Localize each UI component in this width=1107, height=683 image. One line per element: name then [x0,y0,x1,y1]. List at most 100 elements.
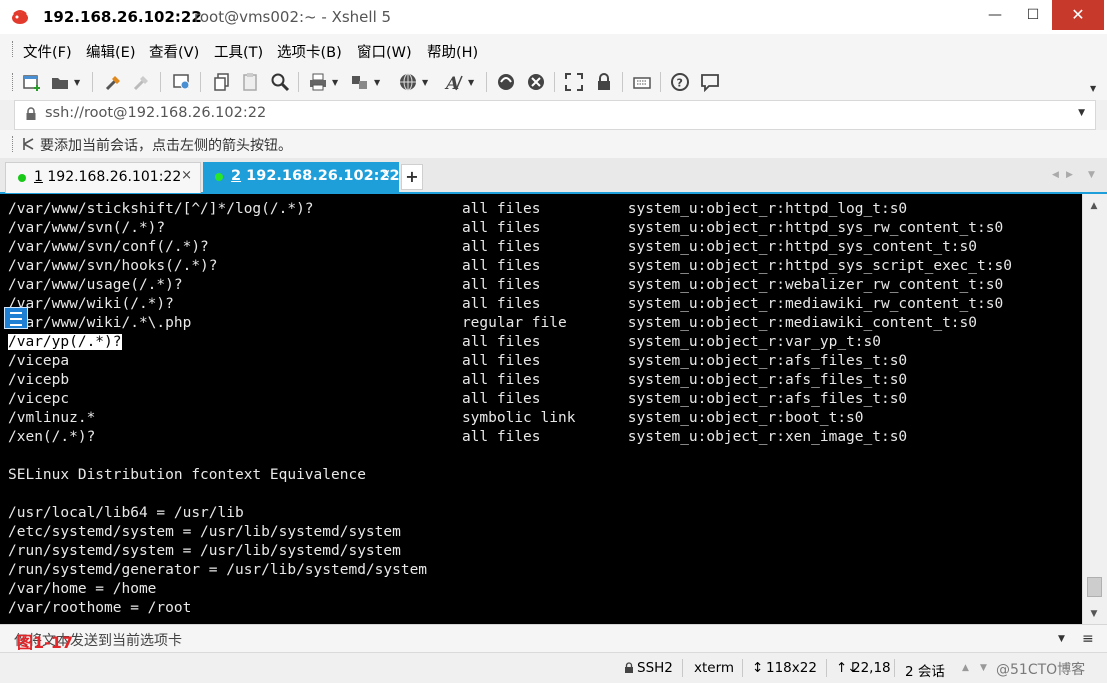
tab-close-icon[interactable]: × [380,167,391,182]
close-button[interactable]: ✕ [1052,0,1104,30]
hint-bar: 要添加当前会话，点击左侧的箭头按钮。 [0,130,1107,158]
find-icon[interactable] [270,72,290,92]
font-icon[interactable]: A [444,72,464,92]
tab-close-icon[interactable]: × [181,168,192,183]
toolbar-separator [486,72,487,92]
toolbar-separator [200,72,201,92]
disconnect-icon[interactable] [132,72,152,92]
menu-edit[interactable]: 编辑(E) [86,41,135,62]
terminal-scrollbar[interactable]: ▲ ▼ [1082,194,1105,624]
transfer-icon[interactable] [350,72,370,92]
hint-text: 要添加当前会话，点击左侧的箭头按钮。 [40,138,292,154]
tab-session-2[interactable]: 2 192.168.26.102:22 × [203,162,400,192]
xmanager-icon[interactable] [526,72,546,92]
terminal-line: /run/systemd/generator = /usr/lib/system… [8,562,428,578]
status-separator [894,659,895,677]
terminal-line: /var/www/stickshift/[^/]*/log(/.*)? all … [8,201,908,217]
chat-icon[interactable] [700,72,720,92]
paste-icon[interactable] [240,72,260,92]
terminal-line: /var/home = /home [8,581,157,597]
terminal-output[interactable]: /var/roothome = /root/var/home = /home/r… [0,194,1082,624]
selected-text[interactable]: /var/yp(/.*)? [8,334,122,350]
connected-status-icon [215,173,223,181]
status-protocol: SSH2 [637,660,673,676]
compose-dropdown-icon[interactable]: ▼ [1058,634,1065,644]
connect-icon[interactable] [104,72,124,92]
scroll-up-icon[interactable]: ▲ [1083,198,1105,214]
terminal-line: /var/www/svn(/.*)? all files system_u:ob… [8,220,1004,236]
tab-session-1[interactable]: 1 192.168.26.101:22 × [5,162,201,193]
address-input[interactable]: ssh://root@192.168.26.102:22 [45,105,266,121]
print-dropdown-icon[interactable]: ▼ [332,78,338,87]
maximize-button[interactable]: ☐ [1014,0,1052,30]
fullscreen-icon[interactable] [564,72,584,92]
toolbar-separator [660,72,661,92]
terminal-line: /vicepc all files system_u:object_r:afs_… [8,391,908,407]
copy-icon[interactable] [212,72,232,92]
menu-file[interactable]: 文件(F) [23,41,72,62]
status-bar: SSH2 xterm ↕ 118x22 ↑↓ 22,18 2 会话 ▲ ▼ @5… [0,652,1107,683]
watermark: @51CTO博客 [996,662,1086,678]
status-separator [826,659,827,677]
lock-icon [26,107,36,120]
tab-list-icon[interactable]: ▼ [1088,170,1095,180]
tab-prev-icon[interactable]: ◀ [1052,170,1059,180]
terminal-line: /run/systemd/system = /usr/lib/systemd/s… [8,543,401,559]
tab-bar: 1 192.168.26.101:22 × 2 192.168.26.102:2… [0,158,1107,194]
scroll-thumb[interactable] [1087,577,1102,597]
tab-next-icon[interactable]: ▶ [1066,170,1073,180]
xftp-icon[interactable] [496,72,516,92]
toolbar-overflow-icon[interactable]: ▼ [1090,84,1096,93]
font-dropdown-icon[interactable]: ▼ [468,78,474,87]
toolbar-grip [12,73,15,91]
globe-icon[interactable] [398,72,418,92]
menu-grip [12,41,15,57]
menu-tabs[interactable]: 选项卡(B) [277,41,342,62]
open-folder-icon[interactable] [50,72,70,92]
tab-label: 1 192.168.26.101:22 [34,169,182,185]
terminal-line: /var/roothome = /root [8,600,192,616]
keyboard-icon[interactable] [632,72,652,92]
compose-bar[interactable]: 仅将文本发送到当前选项卡 图1-17 ▼ ≡ [0,624,1107,653]
toolbar-separator [92,72,93,92]
print-icon[interactable] [308,72,328,92]
menu-window[interactable]: 窗口(W) [357,41,412,62]
menu-tools[interactable]: 工具(T) [214,41,263,62]
toolbar-separator [298,72,299,92]
session-up-icon[interactable]: ▲ [962,663,969,673]
lock-icon[interactable] [594,72,614,92]
address-bar[interactable]: ssh://root@192.168.26.102:22 ▼ [14,100,1096,130]
scroll-down-icon[interactable]: ▼ [1083,606,1105,622]
new-tab-button[interactable]: + [401,164,423,190]
terminal-line-text: all files system_u:object_r:var_yp_t:s0 [121,334,881,350]
arrow-icon[interactable] [22,136,36,152]
window-title-host: 192.168.26.102:22 [43,8,202,26]
session-down-icon[interactable]: ▼ [980,663,987,673]
minimize-button[interactable]: — [976,0,1014,30]
properties-icon[interactable] [172,72,192,92]
terminal-line: /var/www/svn/conf(/.*)? all files system… [8,239,978,255]
terminal-line: /usr/local/lib64 = /usr/lib [8,505,244,521]
compose-menu-icon[interactable]: ≡ [1082,631,1094,647]
title-bar: 192.168.26.102:22 root@vms002:~ - Xshell… [0,0,1107,34]
globe-dropdown-icon[interactable]: ▼ [422,78,428,87]
terminal-line: /var/www/usage(/.*)? all files system_u:… [8,277,1004,293]
status-size: 118x22 [766,660,817,676]
terminal-line: /var/www/wiki(/.*)? all files system_u:o… [8,296,1004,312]
open-folder-dropdown-icon[interactable]: ▼ [74,78,80,87]
menu-bar: 文件(F) 编辑(E) 查看(V) 工具(T) 选项卡(B) 窗口(W) 帮助(… [0,34,1107,64]
transfer-dropdown-icon[interactable]: ▼ [374,78,380,87]
tab-label: 2 192.168.26.102:22 [231,168,400,184]
new-session-icon[interactable] [22,72,42,92]
window-title-rest: root@vms002:~ - Xshell 5 [194,8,392,26]
help-icon[interactable]: ? [670,72,690,92]
toolbar-separator [622,72,623,92]
hint-grip [12,136,15,152]
terminal-line: /xen(/.*)? all files system_u:object_r:x… [8,429,908,445]
terminal-line: /etc/systemd/system = /usr/lib/systemd/s… [8,524,401,540]
menu-help[interactable]: 帮助(H) [427,41,478,62]
xshell-logo-icon [12,10,28,24]
menu-view[interactable]: 查看(V) [149,41,199,62]
toolbar: ▼ ▼ ▼ ▼ A ▼ ? ▼ [0,64,1107,100]
address-dropdown-icon[interactable]: ▼ [1078,108,1085,118]
